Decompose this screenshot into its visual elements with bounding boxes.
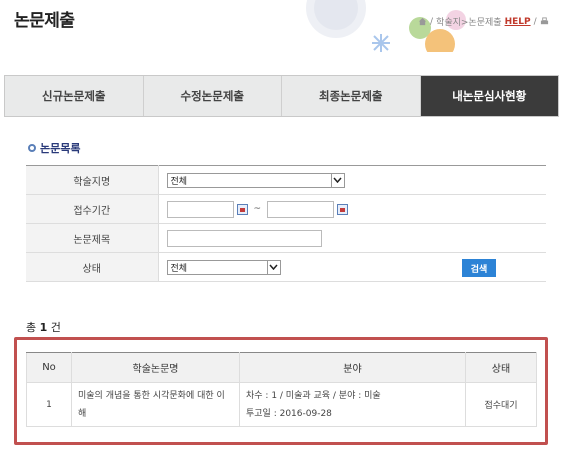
paper-title-label: 논문제목 <box>26 223 159 253</box>
row-title[interactable]: 미술의 개념을 통한 시각문화에 대한 이해 <box>71 382 240 427</box>
breadcrumb-separator: / <box>533 16 537 27</box>
tab-my-review-status[interactable]: 내논문심사현황 <box>420 76 558 116</box>
row-status: 접수대기 <box>465 382 537 427</box>
period-separator: ~ <box>253 204 262 214</box>
breadcrumb-separator: / <box>430 16 434 27</box>
bullet-icon <box>28 144 36 152</box>
section-title-label: 논문목록 <box>40 142 81 155</box>
period-to-input[interactable] <box>267 200 335 218</box>
row-submitted-date: 투고일 : 2016-09-28 <box>246 408 332 419</box>
help-link[interactable]: HELP <box>505 17 531 27</box>
home-icon[interactable] <box>418 17 427 26</box>
search-form: 학술지명 전체 접수기간 ~ 논문제목 상태 전체 검색 <box>26 165 546 282</box>
tab-final-submission[interactable]: 최종논문제출 <box>282 76 421 116</box>
breadcrumb: / 학술지>논문제출 HELP / <box>418 15 549 28</box>
tab-revised-submission[interactable]: 수정논문제출 <box>144 76 282 116</box>
chevron-down-icon <box>266 260 280 274</box>
breadcrumb-path[interactable]: 학술지>논문제출 <box>436 15 502 28</box>
column-header-field: 분야 <box>239 352 466 383</box>
tab-bar: 신규논문제출 수정논문제출 최종논문제출 내논문심사현황 <box>4 75 559 117</box>
section-title: 논문목록 <box>28 140 80 156</box>
result-count-number: 1 <box>39 321 48 334</box>
status-select-value: 전체 <box>170 263 188 274</box>
column-header-no: No <box>26 352 72 383</box>
print-icon[interactable] <box>540 17 549 26</box>
calendar-icon[interactable] <box>337 203 349 215</box>
result-count-prefix: 총 <box>26 321 37 334</box>
page-title: 논문제출 <box>14 11 75 31</box>
result-count: 총 1 건 <box>26 319 61 335</box>
calendar-icon[interactable] <box>236 203 248 215</box>
row-info: 차수 : 1 / 미술과 교육 / 분야 : 미술 투고일 : 2016-09-… <box>239 382 466 427</box>
row-no: 1 <box>26 382 72 427</box>
search-button[interactable]: 검색 <box>462 259 496 277</box>
status-label: 상태 <box>26 252 159 282</box>
results-table: No 학술논문명 분야 상태 1 미술의 개념을 통한 시각문화에 대한 이해 … <box>26 352 537 427</box>
table-row[interactable]: 1 미술의 개념을 통한 시각문화에 대한 이해 차수 : 1 / 미술과 교육… <box>26 382 537 427</box>
period-label: 접수기간 <box>26 194 159 224</box>
period-from-input[interactable] <box>166 200 234 218</box>
journal-select-value: 전체 <box>170 176 188 187</box>
tab-new-submission[interactable]: 신규논문제출 <box>5 76 144 116</box>
journal-select[interactable]: 전체 <box>166 172 345 188</box>
column-header-title: 학술논문명 <box>71 352 240 383</box>
row-field: 차수 : 1 / 미술과 교육 / 분야 : 미술 <box>246 390 381 401</box>
chevron-down-icon <box>330 173 344 187</box>
result-count-suffix: 건 <box>50 321 61 334</box>
journal-label: 학술지명 <box>26 165 159 195</box>
column-header-status: 상태 <box>465 352 537 383</box>
paper-title-input[interactable] <box>166 229 322 247</box>
status-select[interactable]: 전체 <box>166 259 281 275</box>
